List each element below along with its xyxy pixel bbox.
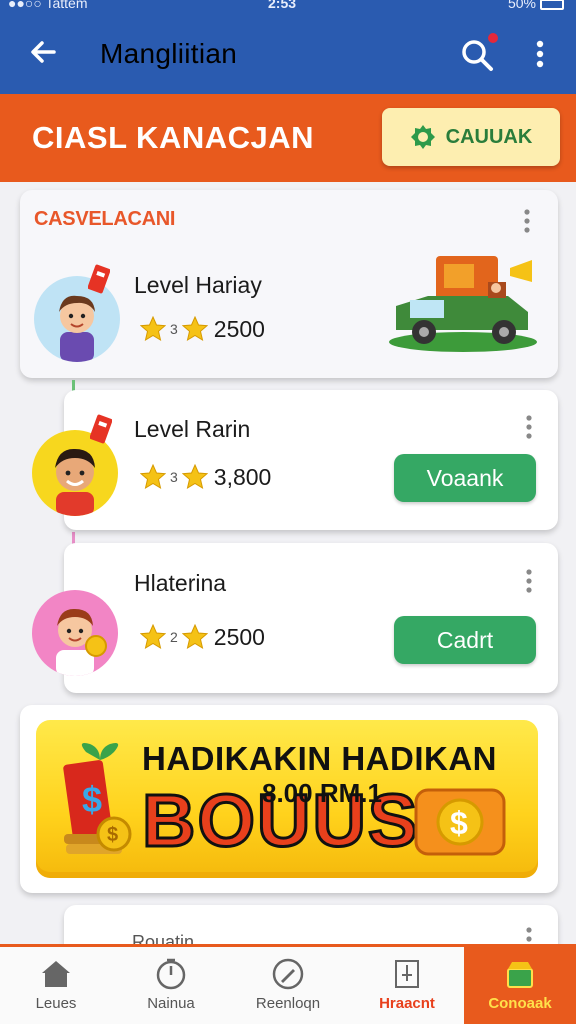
svg-text:$: $ <box>107 824 118 846</box>
shop-icon <box>507 961 533 988</box>
nav-label: Reenloqn <box>255 994 321 1012</box>
level-title: Level Hariay <box>134 272 262 298</box>
level-stats: 3 2500 <box>140 314 265 344</box>
header-action-button[interactable]: CAUUAK <box>382 108 560 166</box>
nav-label: Conoaak <box>488 994 552 1012</box>
star-icon <box>140 464 166 490</box>
star-icon <box>181 624 208 650</box>
card-menu-icon[interactable] <box>520 208 534 234</box>
battery-indicator: 50% <box>508 0 564 10</box>
nav-item-timer[interactable]: Nainua <box>115 944 227 1024</box>
avatar <box>32 590 118 676</box>
level-title: Level Rarin <box>134 416 251 442</box>
nav-item-levels[interactable]: Leues <box>0 944 112 1024</box>
badge-icon <box>410 125 435 149</box>
timer-icon <box>156 958 186 989</box>
star-icon <box>140 316 166 342</box>
bonus-headline: HADIKAKIN HADIKAN <box>142 740 497 777</box>
ticket-icon <box>88 264 110 294</box>
carrier-label: ●●○○ Tattem <box>8 0 88 11</box>
header-title: CIASL KANACJAN <box>32 120 315 155</box>
notification-dot <box>488 33 498 43</box>
gift-money-icon: $ $ <box>63 743 132 854</box>
home-icon <box>42 960 70 987</box>
edit-icon <box>272 958 304 989</box>
score: 3,800 <box>213 463 272 490</box>
star-icon <box>140 624 166 650</box>
stats-icon <box>395 959 419 988</box>
nav-item-stats[interactable]: Hraacnt <box>350 944 464 1024</box>
card-menu-icon[interactable] <box>522 568 536 594</box>
svg-text:$: $ <box>450 805 468 841</box>
kid-avatar-icon <box>56 608 107 676</box>
clock: 2:53 <box>268 0 297 11</box>
battery-icon <box>540 0 564 10</box>
more-options-button[interactable] <box>528 36 552 72</box>
nav-item-shop[interactable]: Conoaak <box>464 944 576 1024</box>
star-count: 2 <box>170 629 178 645</box>
back-button[interactable] <box>26 34 62 70</box>
level-stats: 2 2500 <box>140 622 265 652</box>
delivery-truck-illustration <box>389 256 537 352</box>
nav-label: Hraacnt <box>379 994 435 1012</box>
coin-chest-icon: $ <box>414 788 506 856</box>
level-action-button[interactable]: Cadrt <box>394 616 536 664</box>
level-stats: 3 3,800 <box>140 462 271 492</box>
score: 2500 <box>213 623 265 650</box>
star-icon <box>181 316 208 342</box>
level-title: Hlaterina <box>134 570 227 596</box>
header-button-label: CAUUAK <box>445 125 533 148</box>
card-menu-icon[interactable] <box>522 414 536 440</box>
nav-item-edit[interactable]: Reenloqn <box>230 944 346 1024</box>
app-title: Mangliitian <box>100 38 238 69</box>
status-bar: ●●○○ Tattem 2:53 50% <box>0 0 576 14</box>
bonus-subline: 8.00 RM.1 <box>262 778 382 808</box>
level-action-button[interactable]: Voaank <box>394 454 536 502</box>
more-vertical-icon <box>536 40 544 68</box>
back-arrow-icon <box>31 41 56 63</box>
battery-percent: 50% <box>507 0 536 11</box>
star-icon <box>181 464 208 490</box>
ticket-icon <box>90 414 112 444</box>
star-count: 3 <box>170 469 178 485</box>
nav-label: Leues <box>35 994 77 1012</box>
section-label: CASVELACANI <box>34 208 176 230</box>
star-count: 3 <box>170 321 178 337</box>
svg-text:$: $ <box>82 779 102 820</box>
score: 2500 <box>213 315 265 342</box>
nav-label: Nainua <box>147 994 195 1012</box>
